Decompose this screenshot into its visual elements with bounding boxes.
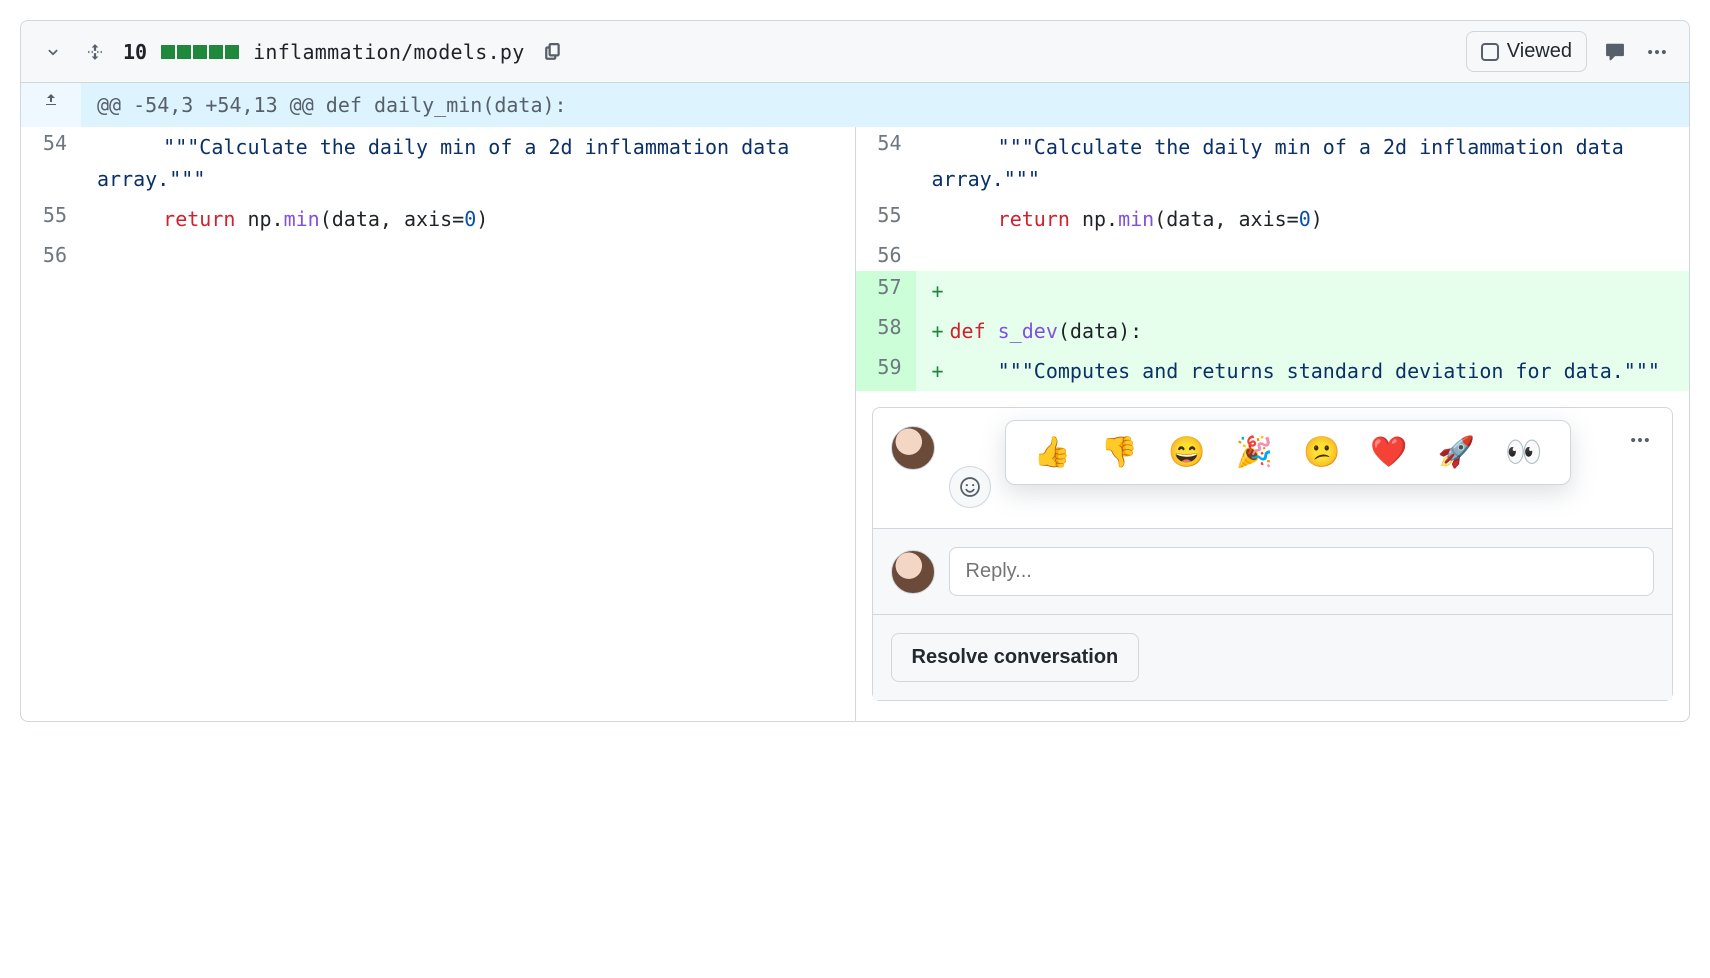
line-number-left[interactable]: 54 (21, 127, 81, 199)
line-number-right[interactable]: 58 (856, 311, 916, 351)
reaction-heart[interactable]: ❤️ (1370, 435, 1407, 470)
unfold-icon (86, 43, 104, 61)
copy-icon (544, 43, 562, 61)
line-number-right[interactable]: 56 (856, 239, 916, 271)
code-right (916, 239, 1690, 271)
viewed-toggle[interactable]: Viewed (1466, 31, 1587, 72)
reaction-popover: 👍 👎 😄 🎉 😕 ❤️ 🚀 👀 (1005, 420, 1572, 485)
kebab-icon (1629, 429, 1651, 451)
add-reaction-button[interactable] (949, 466, 991, 508)
change-count: 10 (123, 40, 147, 64)
file-menu-kebab[interactable] (1643, 38, 1671, 66)
file-header-right: Viewed (1466, 31, 1671, 72)
viewed-checkbox (1481, 43, 1499, 61)
copy-path-button[interactable] (539, 38, 567, 66)
conversation-actions: Resolve conversation (873, 614, 1673, 700)
diff-row: 55 return np.min(data, axis=0) 55 return… (21, 199, 1689, 239)
collapse-toggle[interactable] (39, 38, 67, 66)
diffstat-bar (161, 45, 239, 59)
line-number-right[interactable]: 59 (856, 351, 916, 391)
file-header-left: 10 inflammation/models.py (39, 38, 567, 66)
hunk-header-row: @@ -54,3 +54,13 @@ def daily_min(data): (21, 83, 1689, 127)
comment-menu-kebab[interactable] (1626, 426, 1654, 454)
file-diff-box: 10 inflammation/models.py Viewed (20, 20, 1690, 722)
code-left: return np.min(data, axis=0) (81, 199, 855, 239)
comment-icon-button[interactable] (1601, 38, 1629, 66)
code-right: """Calculate the daily min of a 2d infla… (916, 127, 1690, 199)
resolve-conversation-button[interactable]: Resolve conversation (891, 633, 1140, 682)
hunk-header-text: @@ -54,3 +54,13 @@ def daily_min(data): (81, 83, 1689, 127)
code-left: """Calculate the daily min of a 2d infla… (81, 127, 855, 199)
diff-table: @@ -54,3 +54,13 @@ def daily_min(data): … (21, 83, 1689, 721)
expand-all-icon[interactable] (81, 38, 109, 66)
conversation-row: 👍 👎 😄 🎉 😕 ❤️ 🚀 👀 (21, 391, 1689, 721)
code-left (81, 239, 855, 271)
reaction-eyes[interactable]: 👀 (1505, 435, 1542, 470)
diff-row: 59 + """Computes and returns standard de… (21, 351, 1689, 391)
reaction-confused[interactable]: 😕 (1303, 435, 1340, 470)
comment-icon (1604, 41, 1626, 63)
conversation-reply-bar (873, 528, 1673, 614)
line-number-right[interactable]: 54 (856, 127, 916, 199)
chevron-down-icon (44, 43, 62, 61)
code-right-added: + """Computes and returns standard devia… (916, 351, 1690, 391)
reaction-thumbs-down[interactable]: 👎 (1101, 435, 1138, 470)
line-number-right[interactable]: 57 (856, 271, 916, 311)
file-path[interactable]: inflammation/models.py (253, 40, 525, 64)
expand-up-icon (43, 91, 59, 107)
kebab-icon (1646, 41, 1668, 63)
reaction-rocket[interactable]: 🚀 (1438, 435, 1475, 470)
line-number-right[interactable]: 55 (856, 199, 916, 239)
diff-row: 54 """Calculate the daily min of a 2d in… (21, 127, 1689, 199)
line-number-left[interactable]: 55 (21, 199, 81, 239)
reaction-laugh[interactable]: 😄 (1168, 435, 1205, 470)
expand-up-button[interactable] (21, 83, 81, 127)
viewed-label: Viewed (1507, 40, 1572, 63)
smiley-icon (959, 476, 981, 498)
conversation-box: 👍 👎 😄 🎉 😕 ❤️ 🚀 👀 (872, 407, 1674, 701)
conversation-comment: 👍 👎 😄 🎉 😕 ❤️ 🚀 👀 (873, 408, 1673, 528)
reply-input[interactable] (949, 547, 1655, 596)
code-right-added: + def s_dev(data): (916, 311, 1690, 351)
file-header: 10 inflammation/models.py Viewed (21, 21, 1689, 83)
line-number-left[interactable]: 56 (21, 239, 81, 271)
diff-row: 57 + (21, 271, 1689, 311)
reaction-hooray[interactable]: 🎉 (1236, 435, 1273, 470)
comment-body: 👍 👎 😄 🎉 😕 ❤️ 🚀 👀 (949, 426, 1655, 508)
diff-row: 56 56 (21, 239, 1689, 271)
avatar[interactable] (891, 426, 935, 470)
code-right: return np.min(data, axis=0) (916, 199, 1690, 239)
reaction-thumbs-up[interactable]: 👍 (1034, 435, 1071, 470)
avatar[interactable] (891, 550, 935, 594)
diff-row: 58 + def s_dev(data): (21, 311, 1689, 351)
code-right-added: + (916, 271, 1690, 311)
